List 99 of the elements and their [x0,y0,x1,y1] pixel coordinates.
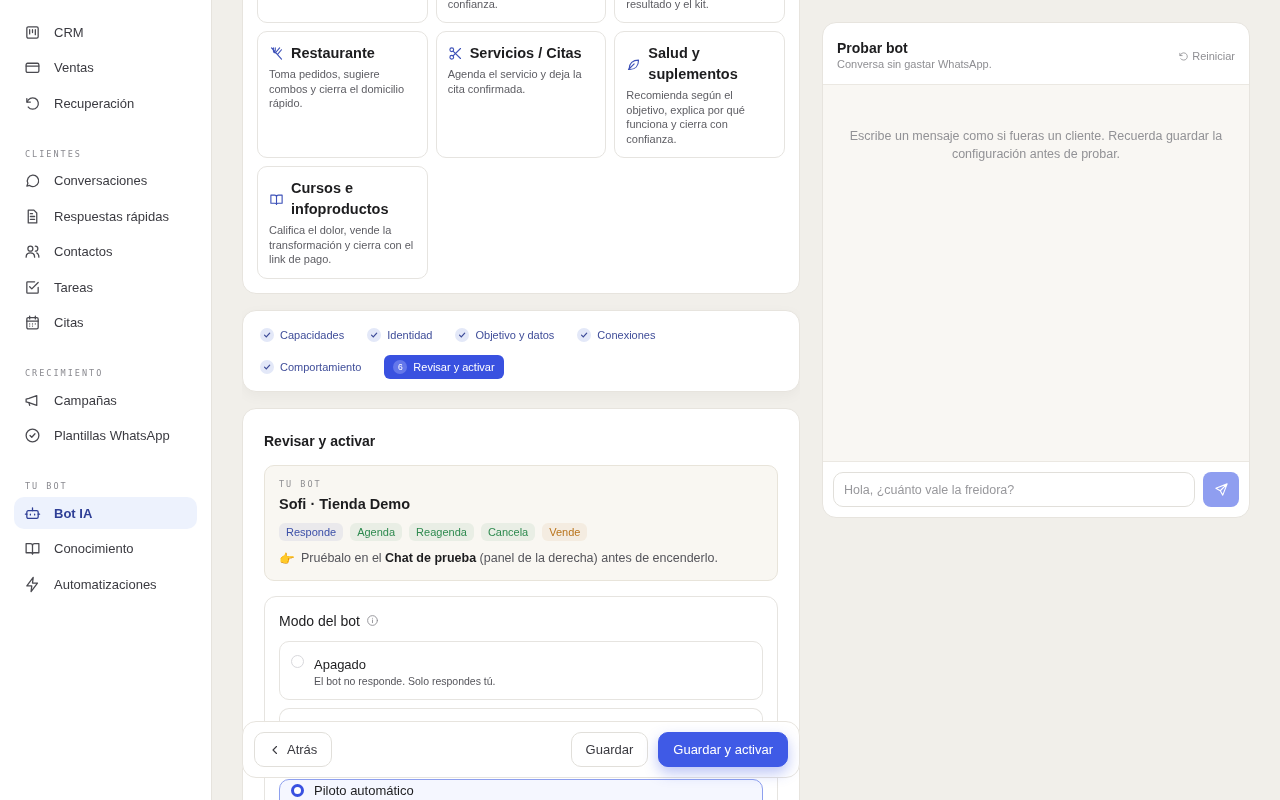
template-title: Servicios / Citas [469,44,582,63]
capability-tag: Vende [542,522,588,541]
board-icon [24,23,41,41]
check-icon [260,359,274,374]
sidebar-item[interactable]: Respuestas rápidas [14,200,197,232]
template-description: Agenda el servicio y deja la cita confirmada. [447,67,583,96]
template-description: resultado y el kit. [626,0,709,11]
save-activate-button[interactable]: Guardar y activar [658,732,788,767]
eyebrow-label: TU BOT [279,478,323,489]
template-title: Restaurante [291,44,375,63]
template-description: Recomienda según el objetivo, explica por qué funciona y cierra con confianza. [626,88,746,146]
refresh-icon [24,94,41,112]
section-title: Revisar y activar [264,432,377,449]
send-button[interactable] [1203,472,1239,507]
step-tab[interactable]: Conexiones [577,322,665,347]
section-label: CLIENTES [24,147,83,161]
capability-tag: Responde [279,522,344,541]
section-label: TU BOT [24,480,69,493]
check-icon [455,327,470,342]
sidebar-item[interactable]: Conversaciones [14,164,197,197]
sidebar-item-label: Citas [54,315,84,330]
book-icon [269,191,284,207]
sidebar-item-label: Ventas [54,60,94,75]
template-title: Salud y suplementos [648,44,739,84]
mode-option[interactable]: Piloto automático [279,778,763,800]
book-icon [24,540,41,557]
message-input[interactable]: Hola, ¿cuánto vale la freidora? [833,472,1195,507]
sidebar-item[interactable]: Conocimiento [14,532,197,565]
template-card[interactable]: Restaurante Toma pedidos, sugiere combos y cierra el domicilio rápido. [257,31,428,158]
sidebar-item[interactable]: Contactos [14,235,197,268]
step-tab[interactable]: Capacidades [260,322,354,347]
template-card[interactable]: Salud y suplementos Recomienda según el objetivo, explica por qué funciona y cierra con confianza. [614,31,785,158]
chat-title: Probar bot [837,40,909,56]
step-tab[interactable]: Identidad [367,322,442,347]
sidebar-item-label: Bot IA [54,505,93,521]
option-label: Piloto automático [314,782,414,798]
sidebar-item[interactable]: Automatizaciones [14,568,197,600]
capability-tag: Agenda [350,522,403,541]
sidebar-item[interactable]: Campañas [14,384,197,416]
leaf-icon [626,56,642,72]
template-card[interactable]: resultado y el kit. [614,0,785,23]
step-tab[interactable]: Comportamiento [260,354,371,379]
back-button[interactable]: Atrás [254,732,333,767]
sidebar-item-label: Recuperación [54,95,135,111]
sidebar-item[interactable]: Recuperación [14,87,197,119]
sidebar-item[interactable]: Tareas [14,271,197,303]
mode-title: Modo del bot [279,612,360,629]
bot-name: Sofi · Tienda Demo [279,495,412,512]
sidebar-item-label: Conversaciones [54,173,148,188]
robot-icon [24,504,41,522]
sidebar-item-label: Plantillas WhatsApp [54,428,170,443]
empty-chat-hint: Escribe un mensaje como si fueras un cliente. Recuerda guardar la configuración antes de probar. [848,128,1224,163]
refresh-icon [1178,50,1190,62]
sidebar-item[interactable]: Citas [14,306,197,339]
lightning-icon [24,575,41,593]
badge-check-icon [24,427,41,444]
option-description: El bot no responde. Solo respondes tú. [314,674,496,687]
sidebar-item[interactable]: CRM [14,16,197,48]
hint-text: Pruébalo en el Chat de prueba (panel de la derecha) antes de encenderlo. [301,551,718,565]
step-number: 6 [393,359,408,374]
step-tab[interactable]: Objetivo y datos [455,322,564,347]
pointing-hand-emoji: 👉 [279,550,295,566]
check-icon [367,327,382,342]
template-card[interactable]: Servicios / Citas Agenda el servicio y deja la cita confirmada. [435,31,607,158]
capability-tag: Cancela [480,522,536,541]
radio-button[interactable] [291,783,304,797]
people-icon [24,243,41,260]
send-icon [1213,482,1229,497]
template-title: Cursos e infoproductos [291,179,390,219]
calendar-icon [24,314,41,331]
sidebar-item-label: Automatizaciones [54,576,157,592]
chat-subtitle: Conversa sin gastar WhatsApp. [837,58,992,70]
template-card[interactable]: confianza. [435,0,607,23]
chat-bubble-icon [24,172,41,189]
sidebar-item-label: Campañas [54,392,117,408]
check-icon [577,327,592,342]
sidebar-item-label: Tareas [54,279,94,295]
scissors-icon [447,46,463,61]
option-label: Apagado [314,656,368,672]
utensils-icon [269,46,284,61]
sidebar-item-label: Contactos [54,244,113,259]
sidebar-item-label: Respuestas rápidas [54,208,169,224]
info-icon [365,614,379,627]
check-icon [260,327,274,342]
template-description: confianza. [447,0,498,11]
save-button[interactable]: Guardar [570,732,649,767]
sidebar-item[interactable]: Ventas [14,51,197,84]
sidebar-item-label: Conocimiento [54,541,134,556]
sidebar-item[interactable]: Bot IA [14,497,197,529]
mode-option[interactable]: Apagado El bot no responde. Solo respondes tú. [279,640,763,700]
sidebar-item-label: CRM [54,24,84,40]
capability-tag: Reagenda [409,522,474,541]
step-tab[interactable]: 6 Revisar y activar [384,354,504,379]
template-description: Toma pedidos, sugiere combos y cierra el domicilio rápido. [269,67,406,111]
template-card[interactable]: Cursos e infoproductos Califica el dolor, vende la transformación y cierra con el link de pago. [257,166,428,279]
sidebar-item[interactable]: Plantillas WhatsApp [14,419,197,452]
template-description: Califica el dolor, vende la transformación y cierra con el link de pago. [269,223,415,267]
section-label: CRECIMIENTO [24,367,105,380]
checkbox-icon [24,278,41,296]
